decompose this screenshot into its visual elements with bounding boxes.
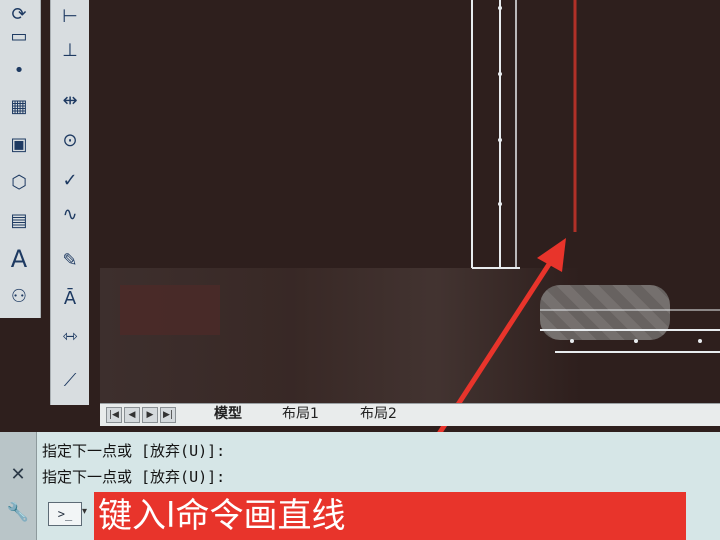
first-tab-button[interactable]: |◀ [106,407,122,423]
command-history-line: 指定下一点或 [放弃(U)]: [42,468,226,486]
annotation-arrow-head [537,238,566,272]
layout-tab-bar: |◀ ◀ ▶ ▶| 模型 布局1 布局2 [100,403,720,426]
next-tab-button[interactable]: ▶ [142,407,158,423]
command-prompt-icon[interactable]: >_ [48,502,82,526]
tab-model[interactable]: 模型 [206,405,250,424]
prev-tab-button[interactable]: ◀ [124,407,140,423]
chevron-down-icon[interactable]: ▾ [82,506,87,517]
command-history-line: 指定下一点或 [放弃(U)]: [42,442,226,460]
tutorial-caption: 键入l命令画直线 [94,492,686,540]
close-icon[interactable]: ✕ [6,462,30,486]
last-tab-button[interactable]: ▶| [160,407,176,423]
cad-horizontal-ticks [570,339,702,343]
wrench-icon[interactable]: 🔧 [6,500,30,524]
tab-layout2[interactable]: 布局2 [352,405,405,424]
command-window-handle: ✕ 🔧 [0,432,37,540]
tab-layout1[interactable]: 布局1 [274,405,327,424]
